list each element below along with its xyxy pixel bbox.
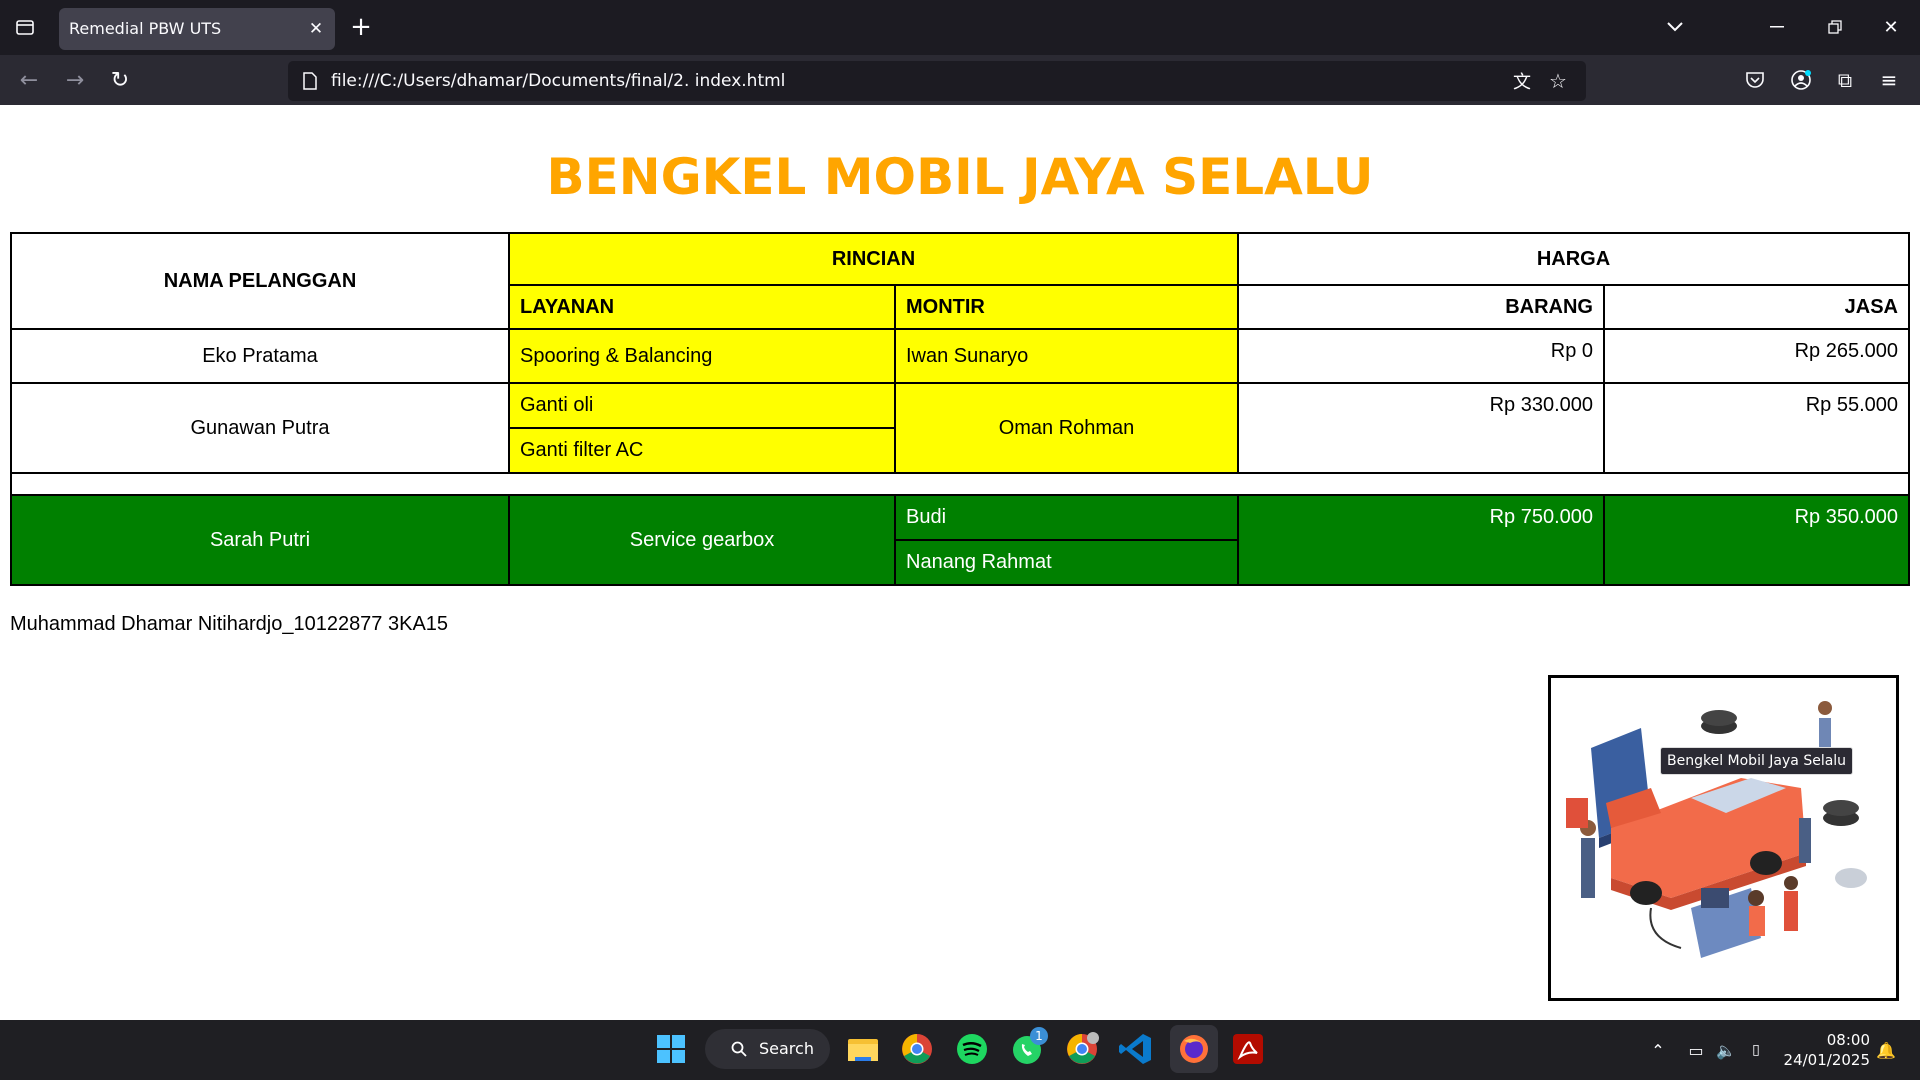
search-label: Search xyxy=(759,1039,814,1058)
table-row: Gunawan Putra Ganti oli Oman Rohman Rp 3… xyxy=(10,382,1910,474)
empty-cell xyxy=(10,472,1910,496)
clock-date: 24/01/2025 xyxy=(1783,1051,1870,1069)
forward-icon[interactable]: → xyxy=(60,65,90,95)
close-window-icon[interactable]: ✕ xyxy=(1876,12,1906,42)
minimize-window-icon[interactable] xyxy=(1762,12,1792,42)
spotify-icon[interactable] xyxy=(954,1031,990,1067)
extensions-icon[interactable]: ⧉ xyxy=(1830,65,1860,95)
search-icon xyxy=(729,1039,749,1059)
cell-layanan: Ganti oli xyxy=(508,382,896,429)
header-jasa: JASA xyxy=(1603,284,1910,330)
tab-list-icon[interactable] xyxy=(10,12,40,42)
cell-nama: Gunawan Putra xyxy=(10,382,510,474)
tab-title: Remedial PBW UTS xyxy=(69,19,222,38)
cell-montir: Budi xyxy=(894,494,1239,541)
cell-barang: Rp 750.000 xyxy=(1237,494,1605,586)
url-bar[interactable]: file:///C:/Users/dhamar/Documents/final/… xyxy=(288,61,1586,101)
start-windows-icon[interactable] xyxy=(656,1034,688,1066)
new-tab-icon[interactable]: + xyxy=(346,12,376,42)
header-nama-pelanggan: NAMA PELANGGAN xyxy=(10,232,510,330)
browser-tab[interactable]: Remedial PBW UTS ✕ xyxy=(59,8,335,50)
cell-layanan: Ganti filter AC xyxy=(508,427,896,474)
service-table: NAMA PELANGGAN RINCIAN HARGA LAYANAN MON… xyxy=(10,232,1910,586)
chrome-profile-icon[interactable] xyxy=(1064,1031,1100,1067)
network-icon[interactable]: ▭ xyxy=(1684,1035,1708,1065)
table-row: Eko Pratama Spooring & Balancing Iwan Su… xyxy=(10,328,1910,384)
firefox-icon[interactable] xyxy=(1170,1025,1218,1073)
cell-nama: Eko Pratama xyxy=(10,328,510,384)
clock-time: 08:00 xyxy=(1826,1031,1870,1049)
account-icon[interactable] xyxy=(1786,65,1816,95)
header-barang: BARANG xyxy=(1237,284,1605,330)
cell-barang: Rp 0 xyxy=(1237,328,1605,384)
cell-nama: Sarah Putri xyxy=(10,494,510,586)
volume-icon[interactable]: 🔈 xyxy=(1714,1035,1738,1065)
file-explorer-icon[interactable] xyxy=(845,1031,881,1067)
page-icon xyxy=(298,69,322,93)
taskbar: Search 1 ⌃ ▭ 🔈 ▯ 08:00 24/01/2025 🔔 xyxy=(0,1020,1920,1080)
cell-montir: Oman Rohman xyxy=(894,382,1239,474)
header-harga: HARGA xyxy=(1237,232,1910,286)
chrome-icon[interactable] xyxy=(899,1031,935,1067)
cell-layanan: Spooring & Balancing xyxy=(508,328,896,384)
reload-icon[interactable]: ↻ xyxy=(105,65,135,95)
header-montir: MONTIR xyxy=(894,284,1239,330)
cell-jasa: Rp 265.000 xyxy=(1603,328,1910,384)
cell-layanan: Service gearbox xyxy=(508,494,896,586)
vscode-icon[interactable] xyxy=(1118,1031,1154,1067)
back-icon[interactable]: ← xyxy=(14,65,44,95)
author-text: Muhammad Dhamar Nitihardjo_10122877 3KA1… xyxy=(10,613,449,635)
list-all-tabs-icon[interactable] xyxy=(1660,12,1690,42)
whatsapp-badge: 1 xyxy=(1030,1027,1048,1045)
cell-jasa: Rp 350.000 xyxy=(1603,494,1910,586)
image-tooltip: Bengkel Mobil Jaya Selalu xyxy=(1660,747,1854,775)
acrobat-icon[interactable] xyxy=(1230,1031,1266,1067)
battery-icon[interactable]: ▯ xyxy=(1744,1035,1768,1065)
browser-tab-bar: Remedial PBW UTS ✕ + ✕ xyxy=(0,0,1920,55)
cell-montir: Nanang Rahmat xyxy=(894,539,1239,586)
cell-jasa: Rp 55.000 xyxy=(1603,382,1910,474)
header-rincian: RINCIAN xyxy=(508,232,1239,286)
table-row: Sarah Putri Service gearbox Budi Rp 750.… xyxy=(10,494,1910,586)
page-viewport: BENGKEL MOBIL JAYA SELALU NAMA PELANGGAN… xyxy=(0,105,1920,1020)
pocket-icon[interactable] xyxy=(1740,65,1770,95)
cell-barang: Rp 330.000 xyxy=(1237,382,1605,474)
url-text: file:///C:/Users/dhamar/Documents/final/… xyxy=(331,71,786,91)
taskbar-search[interactable]: Search xyxy=(705,1029,830,1069)
translate-icon[interactable]: 文 xyxy=(1508,67,1536,95)
menu-icon[interactable]: ≡ xyxy=(1874,65,1904,95)
system-clock[interactable]: 08:00 24/01/2025 xyxy=(1770,1030,1870,1070)
notifications-icon[interactable]: 🔔 xyxy=(1872,1035,1900,1065)
header-layanan: LAYANAN xyxy=(508,284,896,330)
workshop-illustration xyxy=(1548,675,1899,1001)
cell-montir: Iwan Sunaryo xyxy=(894,328,1239,384)
show-hidden-icons-icon[interactable]: ⌃ xyxy=(1646,1035,1670,1065)
restore-window-icon[interactable] xyxy=(1820,12,1850,42)
page-title: BENGKEL MOBIL JAYA SELALU xyxy=(546,148,1374,206)
close-tab-icon[interactable]: ✕ xyxy=(305,18,327,40)
bookmark-star-icon[interactable]: ☆ xyxy=(1544,67,1572,95)
empty-row xyxy=(10,472,1910,496)
whatsapp-icon[interactable]: 1 xyxy=(1009,1027,1048,1067)
